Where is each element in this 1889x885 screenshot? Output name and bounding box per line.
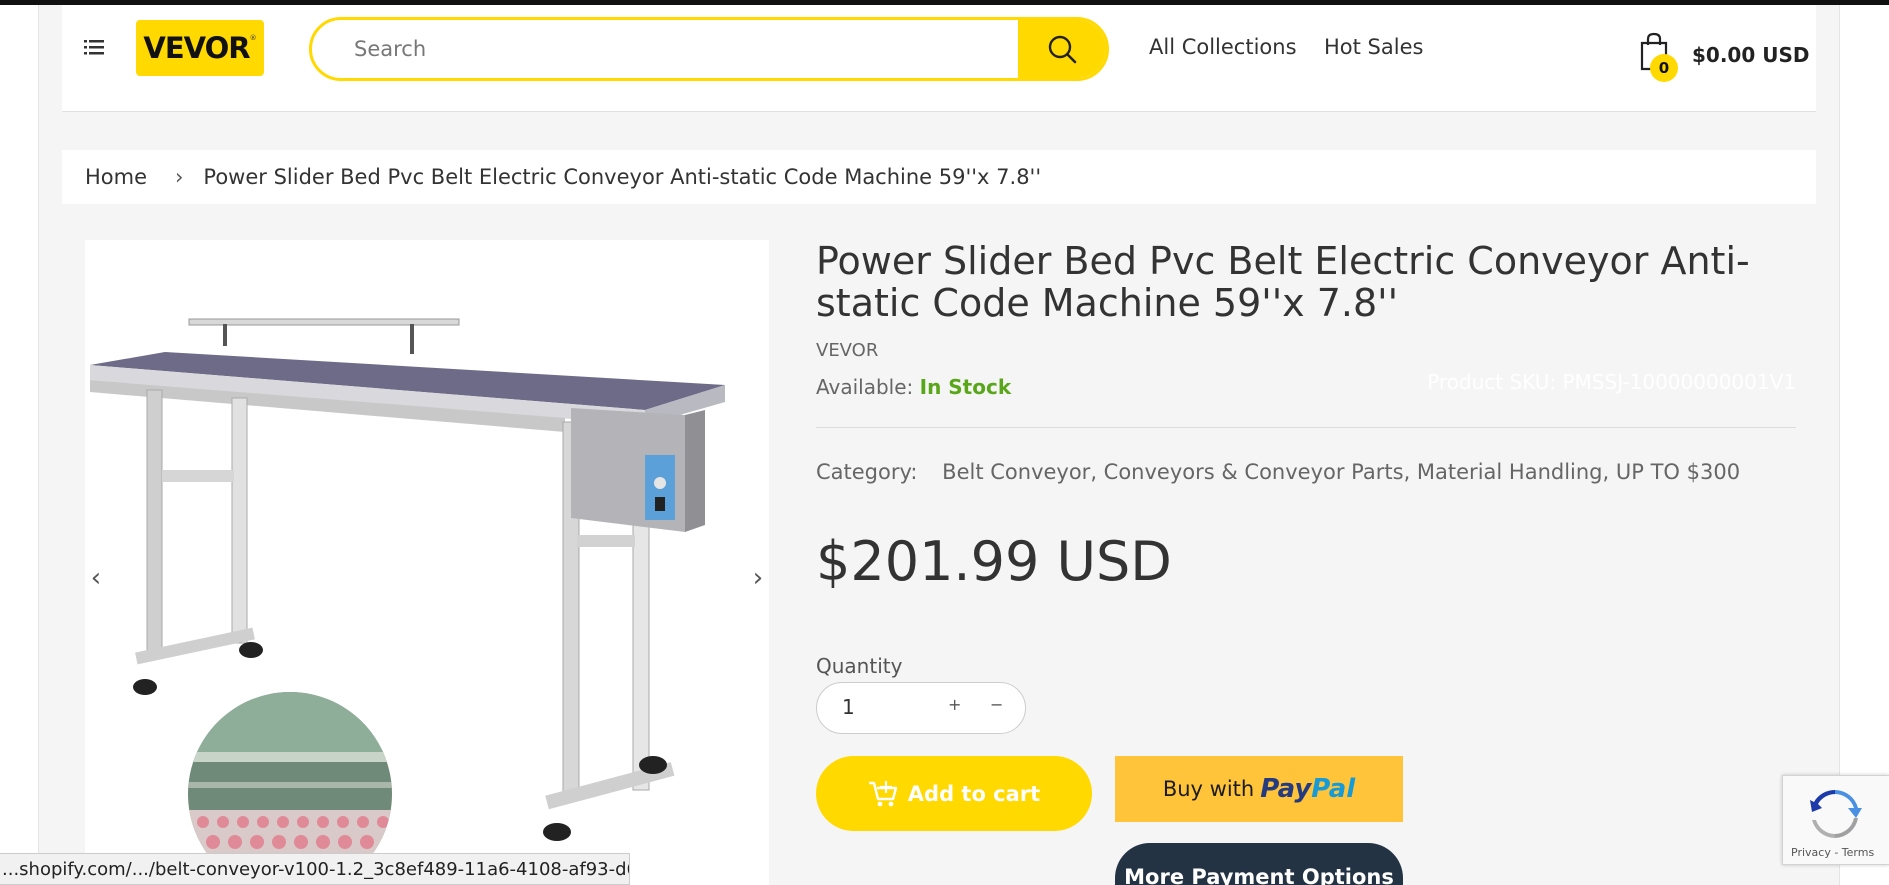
quantity-input[interactable] bbox=[842, 695, 922, 719]
quantity-label: Quantity bbox=[816, 654, 903, 678]
gallery-next-arrow[interactable]: › bbox=[747, 558, 769, 598]
product-info: Power Slider Bed Pvc Belt Electric Conve… bbox=[816, 239, 1796, 885]
add-to-cart-label: Add to cart bbox=[907, 781, 1041, 806]
gallery-prev-arrow[interactable]: ‹ bbox=[85, 558, 107, 598]
divider bbox=[816, 427, 1796, 428]
breadcrumb-current: Power Slider Bed Pvc Belt Electric Conve… bbox=[203, 165, 1042, 189]
paypal-logo-pal: Pal bbox=[1311, 774, 1356, 804]
nav-all-collections[interactable]: All Collections bbox=[1149, 35, 1297, 59]
chevron-right-icon: › bbox=[175, 165, 184, 189]
category-links[interactable]: Belt Conveyor, Conveyors & Conveyor Part… bbox=[942, 460, 1740, 484]
cart-plus-icon bbox=[868, 780, 897, 806]
product-sku: Product SKU: PMSSJ-10000000001V1 bbox=[1427, 370, 1796, 394]
search-input[interactable] bbox=[312, 20, 1020, 78]
search-icon bbox=[1048, 35, 1077, 64]
site-header: VEVOR® All Collections Hot Sales 0 $0.00… bbox=[62, 5, 1816, 112]
logo-text: VEVOR bbox=[143, 31, 250, 65]
quantity-plus-button[interactable]: + bbox=[948, 695, 961, 714]
product-vendor[interactable]: VEVOR bbox=[816, 340, 878, 361]
availability: Available: In Stock bbox=[816, 375, 1011, 399]
breadcrumb: Home › Power Slider Bed Pvc Belt Electri… bbox=[62, 150, 1816, 204]
recaptcha-badge[interactable]: Privacy - Terms bbox=[1782, 775, 1889, 865]
nav-hot-sales[interactable]: Hot Sales bbox=[1324, 35, 1423, 59]
paypal-logo-pay: Pay bbox=[1260, 774, 1312, 804]
quantity-stepper: + − bbox=[816, 682, 1026, 734]
availability-label: Available: bbox=[816, 375, 914, 399]
status-bar-url: ...shopify.com/.../belt-conveyor-v100-1.… bbox=[0, 853, 630, 885]
paypal-button[interactable]: Buy with PayPal bbox=[1115, 756, 1403, 822]
search-button[interactable] bbox=[1018, 20, 1106, 78]
cart-total: $0.00 USD bbox=[1692, 43, 1810, 67]
add-to-cart-button[interactable]: Add to cart bbox=[816, 756, 1092, 831]
product-title: Power Slider Bed Pvc Belt Electric Conve… bbox=[816, 239, 1750, 325]
vevor-logo[interactable]: VEVOR ® bbox=[136, 20, 264, 76]
paypal-logo: PayPal bbox=[1260, 774, 1355, 804]
more-payment-options-button[interactable]: More Payment Options bbox=[1115, 843, 1403, 885]
quantity-minus-button[interactable]: − bbox=[990, 695, 1003, 714]
product-price: $201.99 USD bbox=[816, 530, 1172, 593]
search-bar bbox=[309, 17, 1109, 81]
category-label: Category: bbox=[816, 460, 918, 484]
product-category: Category: Belt Conveyor, Conveyors & Con… bbox=[816, 460, 1740, 484]
product-gallery: ‹ › bbox=[85, 240, 769, 885]
menu-icon[interactable] bbox=[84, 39, 104, 55]
logo-registered-mark: ® bbox=[249, 34, 257, 42]
cart-button[interactable]: 0 $0.00 USD bbox=[1638, 31, 1809, 82]
recaptcha-icon bbox=[1810, 790, 1862, 838]
recaptcha-text[interactable]: Privacy - Terms bbox=[1791, 846, 1874, 859]
paypal-buy-with: Buy with bbox=[1162, 777, 1255, 801]
cart-count-badge: 0 bbox=[1650, 54, 1678, 82]
breadcrumb-home[interactable]: Home bbox=[85, 165, 147, 189]
stock-status: In Stock bbox=[919, 375, 1012, 399]
